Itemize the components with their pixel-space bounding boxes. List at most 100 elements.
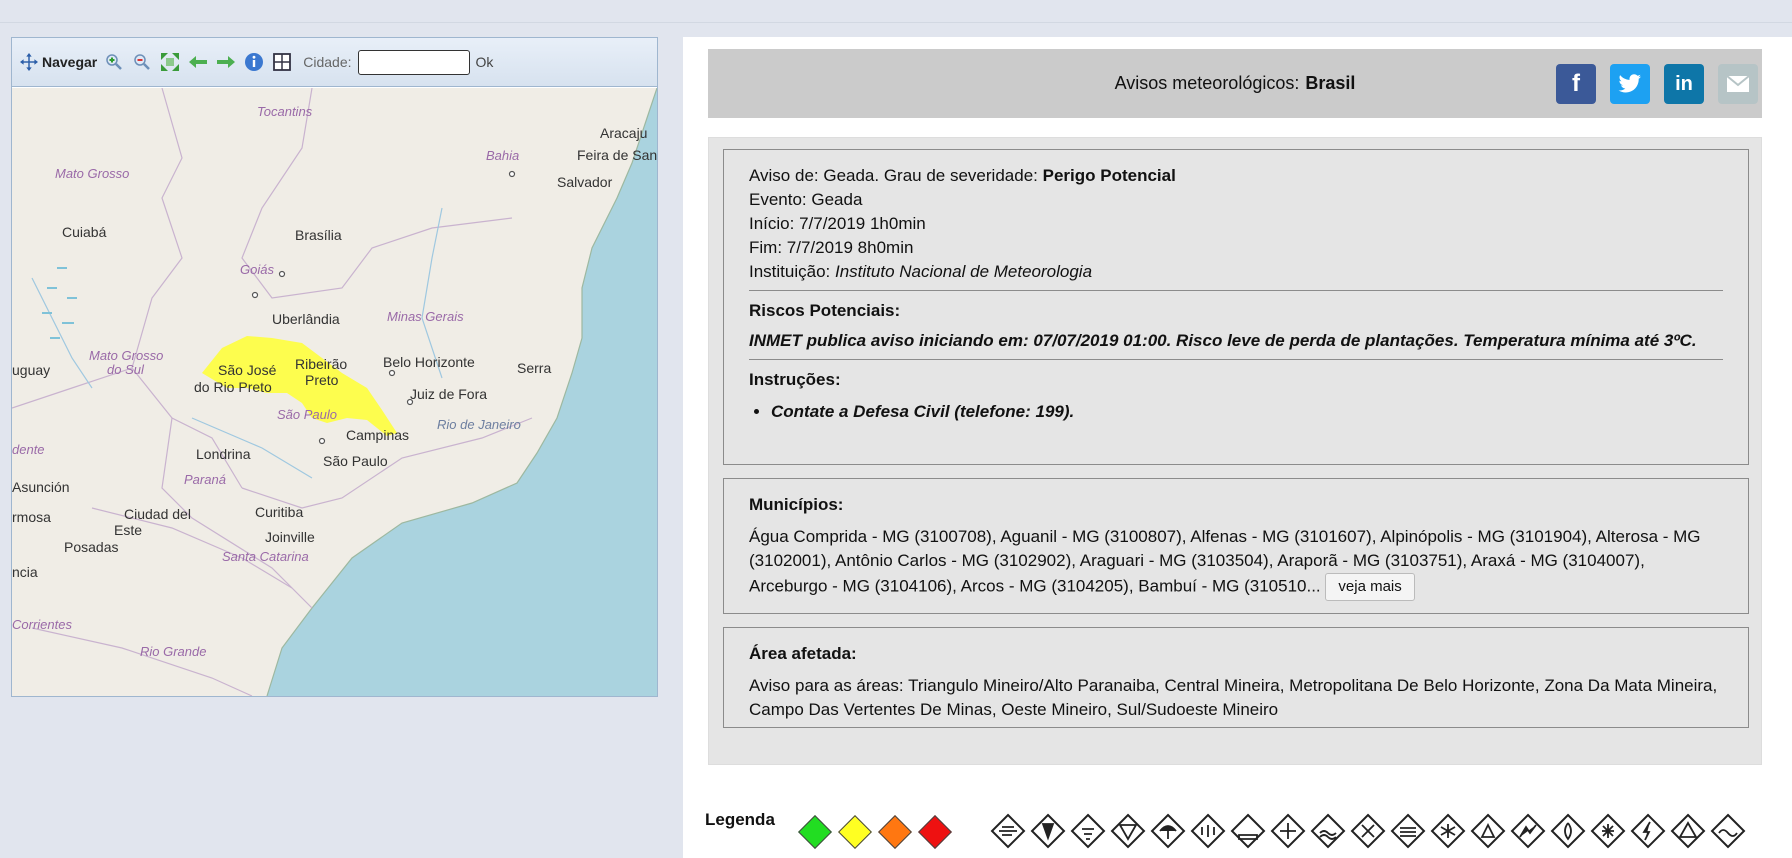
map-label: Asunción: [12, 479, 70, 495]
risks-text: INMET publica aviso iniciando em: 07/07/…: [749, 331, 1697, 350]
map-label: Salvador: [557, 174, 613, 190]
facebook-icon: f: [1572, 70, 1580, 97]
storm-icon: [1150, 813, 1186, 849]
affected-area-text: Aviso para as áreas: Triangulo Mineiro/A…: [749, 676, 1718, 719]
legend-swatch-red: [918, 815, 952, 849]
map-label: Minas Gerais: [387, 309, 464, 324]
city-search-input[interactable]: [357, 49, 470, 75]
municipalities-title: Municípios:: [749, 495, 844, 514]
alert-start: Início: 7/7/2019 1h0min: [749, 214, 926, 233]
cold-icon: [1270, 813, 1306, 849]
severity-value: Perigo Potencial: [1042, 166, 1176, 185]
map-label: Mato Grosso: [89, 348, 163, 363]
map-label: Corrientes: [12, 617, 72, 632]
map-label: Brasília: [295, 227, 342, 243]
map-label: dente: [12, 442, 45, 457]
header-region: Brasil: [1305, 73, 1356, 93]
header-title: Avisos meteorológicos:: [1114, 73, 1300, 93]
map-label: Serra: [517, 360, 551, 376]
map-label: Posadas: [64, 539, 118, 555]
risks-title: Riscos Potenciais:: [749, 301, 901, 320]
snow-icon: [1430, 813, 1466, 849]
top-divider: [0, 22, 1792, 23]
grid-icon[interactable]: [271, 51, 293, 73]
alert-type-text: Aviso de: Geada. Grau de severidade:: [749, 166, 1038, 185]
map-label: ncia: [12, 564, 38, 580]
map-label: Uberlândia: [272, 311, 340, 327]
heat-icon: [1230, 813, 1266, 849]
info-icon[interactable]: [243, 51, 265, 73]
rain-icon: [1190, 813, 1226, 849]
divider: [749, 290, 1723, 291]
city-label: Cidade:: [303, 54, 352, 70]
see-more-button[interactable]: veja mais: [1325, 573, 1415, 601]
map-toolbar: Navegar Cidade: Ok: [12, 38, 657, 87]
map-label: Londrina: [196, 446, 251, 462]
map-label: Feira de San: [577, 147, 657, 163]
full-extent-icon[interactable]: [159, 51, 181, 73]
funnel-icon: [1110, 813, 1146, 849]
map-label: Campinas: [346, 427, 409, 443]
landslide-icon: [1510, 813, 1546, 849]
city-ok-button[interactable]: Ok: [476, 54, 494, 70]
map-label: Tocantins: [257, 104, 313, 119]
map-label: Este: [114, 522, 142, 538]
map-label: Rio Grande: [140, 644, 206, 659]
institution-name: Instituto Nacional de Meteorologia: [835, 262, 1093, 281]
map-label: Cuiabá: [62, 224, 107, 240]
forward-arrow-icon[interactable]: [215, 51, 237, 73]
alerts-header: Avisos meteorológicos: Brasil: [708, 49, 1762, 118]
institution-label: Instituição:: [749, 262, 831, 281]
move-arrows-icon: [20, 53, 38, 71]
navigate-button[interactable]: Navegar: [20, 53, 97, 71]
twitter-share-button[interactable]: [1610, 64, 1650, 104]
alert-type: Aviso de: Geada. Grau de severidade: Per…: [749, 164, 1723, 188]
strong-wind-icon: [990, 813, 1026, 849]
alert-event: Evento: Geada: [749, 190, 863, 209]
facebook-share-button[interactable]: f: [1556, 64, 1596, 104]
map-label: São Paulo: [277, 407, 337, 422]
map-label: do Sul: [107, 362, 145, 377]
drought-icon: [1350, 813, 1386, 849]
legend-swatch-orange: [878, 815, 912, 849]
instructions-title: Instruções:: [749, 370, 841, 389]
map-label: Paraná: [184, 472, 226, 487]
map-label: do Rio Preto: [194, 379, 272, 395]
municipalities-box: Municípios: Água Comprida - MG (3100708)…: [723, 478, 1749, 614]
linkedin-share-button[interactable]: in: [1664, 64, 1704, 104]
wildfire-icon: [1550, 813, 1586, 849]
map-label: Joinville: [265, 529, 315, 545]
map-label: Bahia: [486, 148, 519, 163]
affected-area-box: Área afetada: Aviso para as áreas: Trian…: [723, 627, 1749, 728]
email-share-button[interactable]: [1718, 64, 1758, 104]
twitter-icon: [1618, 74, 1641, 93]
legend-swatch-green: [798, 815, 832, 849]
map-label: Rio de Janeiro: [437, 417, 521, 432]
map-label: Aracaju: [600, 125, 647, 141]
map-label: Santa Catarina: [222, 549, 309, 564]
map-label: rmosa: [12, 509, 51, 525]
map-panel: Navegar Cidade: Ok Tocantins Aracaju Bah…: [11, 37, 658, 697]
flood-icon: [1310, 813, 1346, 849]
alert-info-box: Aviso de: Geada. Grau de severidade: Per…: [723, 149, 1749, 465]
instructions-list: Contate a Defesa Civil (telefone: 199).: [749, 400, 1723, 424]
zoom-out-icon[interactable]: [131, 51, 153, 73]
alert-institution: Instituição: Instituto Nacional de Meteo…: [749, 260, 1723, 284]
back-arrow-icon[interactable]: [187, 51, 209, 73]
map-label: Mato Grosso: [55, 166, 129, 181]
municipalities-list: Água Comprida - MG (3100708), Aguanil - …: [749, 527, 1701, 596]
map-label: Belo Horizonte: [383, 354, 475, 370]
envelope-icon: [1726, 75, 1750, 92]
tornado-icon: [1030, 813, 1066, 849]
zoom-in-icon[interactable]: [103, 51, 125, 73]
map-label: Curitiba: [255, 504, 303, 520]
divider: [749, 359, 1723, 360]
map-label: Goiás: [240, 262, 274, 277]
map-canvas[interactable]: Tocantins Aracaju Bahia Feira de San Mat…: [12, 88, 657, 696]
legend-title: Legenda: [705, 810, 775, 829]
map-label: Preto: [305, 372, 339, 388]
instruction-item: Contate a Defesa Civil (telefone: 199).: [771, 400, 1723, 424]
map-label: Juiz de Fora: [410, 386, 487, 402]
legend-swatch-yellow: [838, 815, 872, 849]
legend: Legenda: [705, 804, 1775, 854]
